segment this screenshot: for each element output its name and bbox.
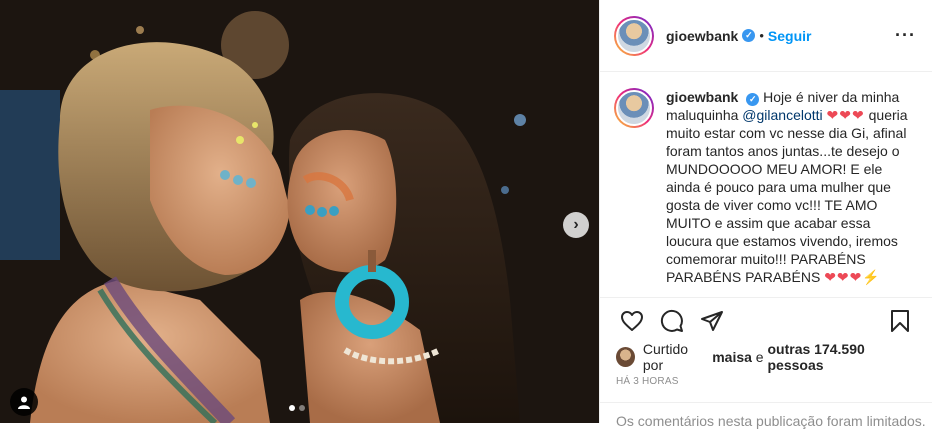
caption-section: gioewbank ✓ Hoje é niver da minha maluqu…: [600, 72, 932, 298]
caption-mention[interactable]: @gilancelotti: [742, 107, 822, 123]
caption-username[interactable]: gioewbank: [666, 89, 738, 105]
carousel-dot: [289, 405, 295, 411]
likes-middle: e: [755, 349, 764, 365]
user-tag-icon: [18, 396, 30, 409]
post-media[interactable]: ›: [0, 0, 599, 423]
separator-dot: •: [759, 28, 764, 43]
caption-text-part: queria muito estar com vc nesse dia Gi, …: [666, 107, 908, 285]
verified-badge-icon: ✓: [742, 29, 756, 42]
share-icon: [701, 311, 723, 331]
lightning-emoji: ⚡: [862, 269, 880, 285]
comments-limited-notice: Os comentários nesta publicação foram li…: [600, 402, 932, 429]
caption-text: gioewbank ✓ Hoje é niver da minha maluqu…: [666, 88, 916, 297]
like-button[interactable]: [612, 301, 652, 341]
author-username[interactable]: gioewbank: [666, 28, 738, 44]
caption-avatar[interactable]: [614, 88, 654, 128]
save-button[interactable]: [880, 301, 920, 341]
more-horizontal-icon[interactable]: ···: [895, 25, 916, 46]
carousel-next-button[interactable]: ›: [563, 212, 589, 238]
verified-badge-icon: ✓: [746, 93, 760, 106]
follow-button[interactable]: Seguir: [768, 28, 812, 44]
likes-summary: Curtido por maisa e outras 174.590 pesso…: [600, 341, 932, 373]
liker-username[interactable]: maisa: [712, 349, 752, 365]
avatar-image: [616, 90, 652, 126]
bookmark-icon: [891, 310, 909, 332]
likes-count-link[interactable]: outras 174.590 pessoas: [767, 341, 916, 373]
carousel-dot: [299, 405, 305, 411]
hearts-emoji: ❤❤❤: [826, 107, 865, 123]
author-avatar[interactable]: [614, 15, 654, 56]
post-side-panel: gioewbank ✓ • Seguir ··· gioewbank ✓ Hoj…: [599, 0, 932, 429]
comment-icon: [660, 309, 683, 332]
carousel-indicator: [289, 405, 305, 411]
liker-avatar[interactable]: [616, 347, 635, 367]
post-photo: [0, 0, 599, 423]
hearts-emoji: ❤❤❤: [824, 269, 863, 285]
chevron-right-icon: ›: [573, 216, 579, 233]
action-bar: [600, 298, 932, 344]
post-header: gioewbank ✓ • Seguir ···: [600, 0, 932, 72]
comment-button[interactable]: [652, 301, 692, 341]
avatar-image: [616, 17, 652, 54]
likes-prefix: Curtido por: [642, 341, 689, 373]
share-button[interactable]: [692, 301, 732, 341]
heart-icon: [621, 311, 643, 331]
instagram-post: › gioewbank ✓ • Seguir ··· gioewbank ✓ H…: [0, 0, 932, 429]
tagged-users-button[interactable]: [10, 388, 38, 416]
